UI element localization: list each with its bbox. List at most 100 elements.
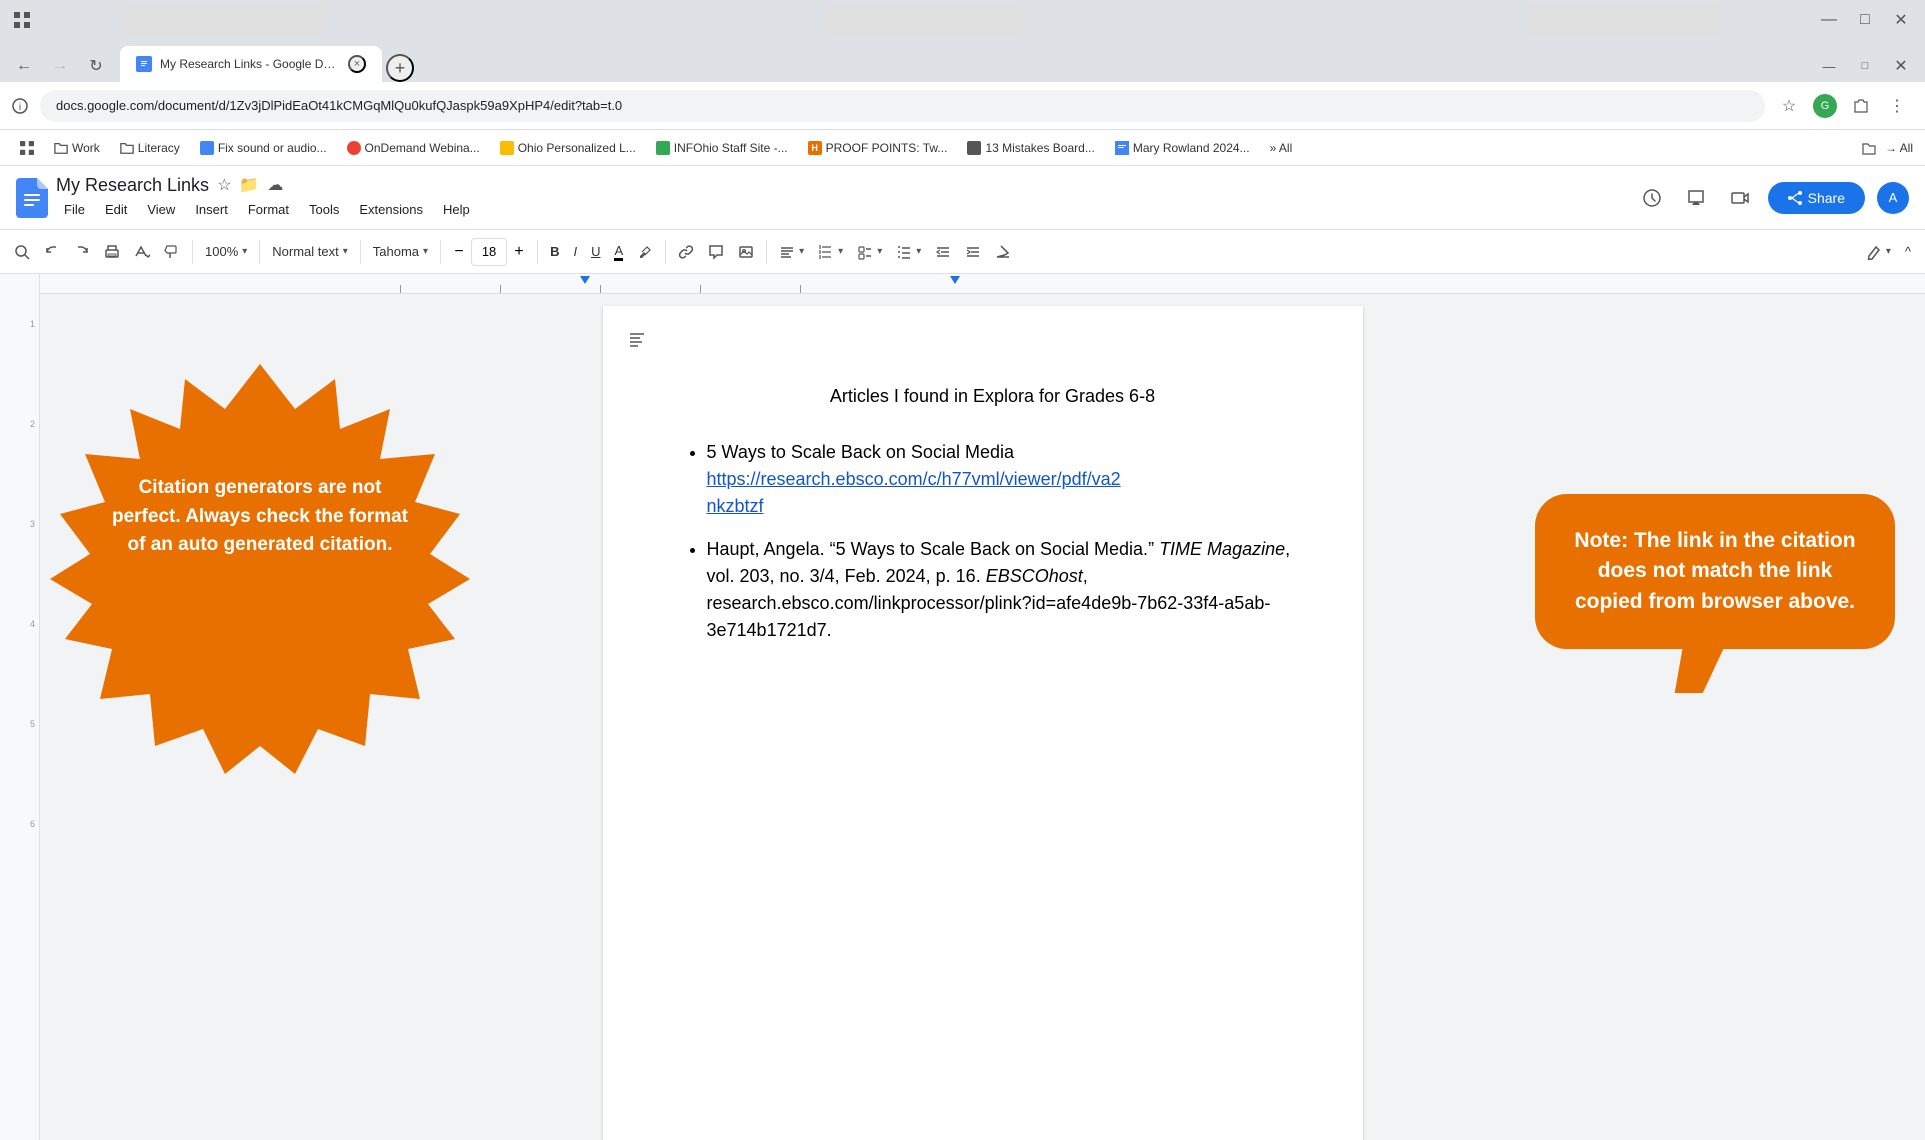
paint-format-button[interactable] bbox=[158, 236, 186, 268]
bookmark-star-button[interactable]: ☆ bbox=[1773, 90, 1805, 122]
star-icon[interactable]: ☆ bbox=[217, 175, 231, 195]
reload-button[interactable]: ↻ bbox=[80, 50, 112, 82]
search-toolbar-button[interactable] bbox=[8, 236, 36, 268]
share-button[interactable]: Share bbox=[1768, 182, 1865, 214]
edit-mode-icon bbox=[1866, 244, 1882, 260]
tab-close-button[interactable]: × bbox=[348, 55, 366, 73]
font-size-input[interactable] bbox=[471, 238, 507, 266]
print-button[interactable] bbox=[98, 236, 126, 268]
font-size-decrease[interactable]: − bbox=[447, 240, 471, 264]
close-button-2[interactable]: ✕ bbox=[1885, 50, 1917, 82]
forward-button[interactable]: → bbox=[44, 50, 76, 82]
all-bookmarks-label[interactable]: → All bbox=[1885, 141, 1913, 155]
restore-button[interactable]: □ bbox=[1849, 50, 1881, 82]
address-mini2 bbox=[825, 6, 1025, 34]
menu-edit[interactable]: Edit bbox=[97, 198, 135, 221]
doc-scroll-area[interactable]: Articles I found in Explora for Grades 6… bbox=[40, 274, 1925, 1140]
mode-button[interactable]: ▾ bbox=[1860, 236, 1897, 268]
bookmark-mary[interactable]: Mary Rowland 2024... bbox=[1107, 139, 1258, 157]
extensions-button[interactable] bbox=[1845, 90, 1877, 122]
font-size-increase[interactable]: + bbox=[507, 240, 531, 264]
redo-button[interactable] bbox=[68, 236, 96, 268]
bookmark-apps[interactable] bbox=[12, 139, 42, 157]
bookmark-ondemand[interactable]: OnDemand Webina... bbox=[339, 139, 488, 157]
google-account-button[interactable]: G bbox=[1809, 90, 1841, 122]
highlight-button[interactable] bbox=[631, 236, 659, 268]
underline-button[interactable]: U bbox=[585, 236, 606, 268]
tab-label: My Research Links - Google Do... bbox=[160, 57, 340, 71]
menu-view[interactable]: View bbox=[139, 198, 183, 221]
bookmark-fix-sound[interactable]: Fix sound or audio... bbox=[192, 139, 335, 157]
windows-icon bbox=[200, 141, 214, 155]
horizontal-ruler bbox=[40, 274, 1925, 294]
chrome-menu-button[interactable]: ⋮ bbox=[1881, 90, 1913, 122]
new-tab-button[interactable]: + bbox=[386, 54, 414, 82]
meet-button[interactable] bbox=[1724, 182, 1756, 214]
zoom-dropdown[interactable]: 100% ▾ bbox=[199, 236, 253, 268]
search-icon bbox=[14, 244, 30, 260]
bookmark-more[interactable]: » All bbox=[1262, 139, 1301, 157]
spell-check-button[interactable] bbox=[128, 236, 156, 268]
back-button[interactable]: ← bbox=[8, 50, 40, 82]
apps-btn[interactable] bbox=[8, 6, 36, 34]
undo-button[interactable] bbox=[38, 236, 66, 268]
comments-button[interactable] bbox=[1680, 182, 1712, 214]
menu-help[interactable]: Help bbox=[435, 198, 478, 221]
menu-format[interactable]: Format bbox=[240, 198, 297, 221]
docs-app-bar: My Research Links ☆ 📁 ☁ File Edit View I… bbox=[0, 166, 1925, 230]
outline-icon[interactable] bbox=[623, 326, 651, 354]
font-dropdown[interactable]: Tahoma ▾ bbox=[367, 236, 434, 268]
document-page[interactable]: Articles I found in Explora for Grades 6… bbox=[603, 306, 1363, 1140]
italic-button[interactable]: I bbox=[567, 236, 583, 268]
url-input[interactable] bbox=[40, 90, 1765, 122]
indent-increase-button[interactable] bbox=[959, 236, 987, 268]
checklist-button[interactable]: ▾ bbox=[851, 236, 888, 268]
ruler-tick-3: 3 bbox=[30, 519, 35, 529]
line-spacing-icon bbox=[818, 244, 834, 260]
bookmark-work[interactable]: Work bbox=[46, 139, 108, 157]
image-button[interactable] bbox=[732, 236, 760, 268]
cloud-save-icon[interactable]: ☁ bbox=[267, 175, 283, 195]
line-spacing-arrow: ▾ bbox=[838, 246, 843, 257]
article-title-1: 5 Ways to Scale Back on Social Media bbox=[707, 442, 1014, 462]
ohio-icon bbox=[500, 141, 514, 155]
docs-menu-bar: File Edit View Insert Format Tools Exten… bbox=[56, 198, 1628, 221]
bookmark-literacy[interactable]: Literacy bbox=[112, 139, 188, 157]
align-button[interactable]: ▾ bbox=[773, 236, 810, 268]
indent-decrease-button[interactable] bbox=[929, 236, 957, 268]
bookmark-ohio[interactable]: Ohio Personalized L... bbox=[492, 139, 644, 157]
text-color-button[interactable]: A bbox=[608, 236, 629, 268]
numbered-list-button[interactable]: ▾ bbox=[890, 236, 927, 268]
clear-format-button[interactable] bbox=[989, 236, 1017, 268]
user-avatar[interactable]: A bbox=[1877, 182, 1909, 214]
folder-move-icon[interactable]: 📁 bbox=[239, 175, 259, 195]
window-controls bbox=[8, 6, 36, 34]
bookmark-mistakes[interactable]: 13 Mistakes Board... bbox=[959, 139, 1102, 157]
address-bar-row: i ☆ G ⋮ bbox=[0, 82, 1925, 130]
article-link-1[interactable]: https://research.ebsco.com/c/h77vml/view… bbox=[707, 469, 1121, 516]
redo-icon bbox=[74, 244, 90, 260]
link-button[interactable] bbox=[672, 236, 700, 268]
menu-file[interactable]: File bbox=[56, 198, 93, 221]
close-window-button[interactable]: ✕ bbox=[1885, 4, 1917, 36]
version-history-button[interactable] bbox=[1636, 182, 1668, 214]
style-dropdown[interactable]: Normal text ▾ bbox=[266, 236, 354, 268]
comment-inline-button[interactable] bbox=[702, 236, 730, 268]
document-title[interactable]: My Research Links bbox=[56, 175, 209, 196]
browser-toolbar-right: ☆ G ⋮ bbox=[1773, 90, 1913, 122]
all-bookmarks-icon[interactable] bbox=[1857, 136, 1881, 160]
bold-button[interactable]: B bbox=[544, 236, 565, 268]
minimize-button[interactable]: — bbox=[1813, 4, 1845, 36]
menu-tools[interactable]: Tools bbox=[301, 198, 347, 221]
align-dropdown-arrow: ▾ bbox=[799, 246, 804, 257]
minimize-button-2[interactable]: — bbox=[1813, 50, 1845, 82]
bookmark-infohio[interactable]: INFOhio Staff Site -... bbox=[648, 139, 796, 157]
bookmark-proof-points[interactable]: H PROOF POINTS: Tw... bbox=[800, 139, 956, 157]
line-spacing-button[interactable]: ▾ bbox=[812, 236, 849, 268]
active-tab[interactable]: My Research Links - Google Do... × bbox=[120, 46, 382, 82]
toolbar-sep-4 bbox=[440, 240, 441, 264]
menu-extensions[interactable]: Extensions bbox=[351, 198, 431, 221]
maximize-button[interactable]: □ bbox=[1849, 4, 1881, 36]
menu-insert[interactable]: Insert bbox=[187, 198, 236, 221]
collapse-toolbar-button[interactable]: ^ bbox=[1899, 236, 1917, 268]
